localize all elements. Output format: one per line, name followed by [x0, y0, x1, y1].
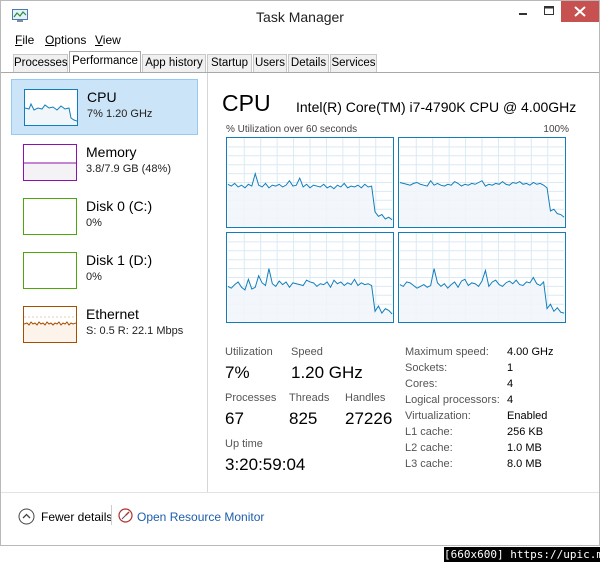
- speed-value: 1.20 GHz: [291, 363, 363, 382]
- page-title: CPU: [222, 90, 271, 116]
- spec-max-speed-label: Maximum speed:: [405, 346, 489, 358]
- spec-l3-cache-label: L3 cache:: [405, 458, 453, 470]
- title-bar[interactable]: Task Manager: [1, 1, 599, 31]
- resource-sidebar: CPU 7% 1.20 GHz Memory 3.8/7.9 GB (48%) …: [11, 79, 198, 490]
- disk1-thumbnail-graph: [23, 252, 77, 289]
- ethernet-thumbnail-graph: [23, 306, 77, 343]
- open-resource-monitor-link[interactable]: Open Resource Monitor: [137, 510, 264, 524]
- spec-l2-cache-value: 1.0 MB: [507, 442, 542, 454]
- resource-monitor-icon: [118, 508, 133, 523]
- close-button[interactable]: [561, 1, 599, 22]
- spec-l2-cache-label: L2 cache:: [405, 442, 453, 454]
- handles-label: Handles: [345, 392, 386, 404]
- cpu-core-graph: [226, 137, 394, 228]
- menu-file-label: ile: [22, 33, 35, 47]
- tab-details[interactable]: Details: [288, 54, 329, 72]
- sidebar-disk1-name: Disk 1 (D:): [86, 252, 153, 268]
- sidebar-ethernet-detail: S: 0.5 R: 22.1 Mbps: [86, 325, 184, 337]
- menu-view-mnemonic: V: [95, 33, 103, 47]
- cpu-core-graph: [226, 232, 394, 323]
- tab-underline: [1, 72, 599, 73]
- task-manager-window: Task Manager File Options View Processes…: [0, 0, 600, 546]
- minimize-button[interactable]: [510, 1, 536, 22]
- sidebar-memory-name: Memory: [86, 144, 137, 160]
- spec-cores-label: Cores:: [405, 378, 438, 390]
- sidebar-item-disk0[interactable]: Disk 0 (C:) 0%: [11, 189, 198, 245]
- uptime-label: Up time: [225, 438, 263, 450]
- menu-bar: File Options View: [1, 31, 599, 49]
- menu-file[interactable]: File: [15, 33, 34, 47]
- tab-processes[interactable]: Processes: [13, 54, 68, 72]
- fewer-details-button[interactable]: Fewer details: [41, 510, 112, 524]
- processes-value: 67: [225, 409, 244, 428]
- threads-value: 825: [289, 409, 318, 428]
- spec-virtualization-value: Enabled: [507, 410, 548, 422]
- chevron-up-icon[interactable]: [18, 508, 35, 525]
- sidebar-cpu-detail: 7% 1.20 GHz: [87, 108, 153, 120]
- watermark-label: [660x600] https://upic.me/: [444, 547, 600, 562]
- sidebar-disk0-name: Disk 0 (C:): [86, 198, 153, 214]
- utilization-label: Utilization: [225, 346, 273, 358]
- sidebar-item-memory[interactable]: Memory 3.8/7.9 GB (48%): [11, 135, 198, 191]
- sidebar-item-disk1[interactable]: Disk 1 (D:) 0%: [11, 243, 198, 299]
- tab-startup[interactable]: Startup: [207, 54, 252, 72]
- uptime-value: 3:20:59:04: [225, 455, 306, 474]
- spec-l1-cache-value: 256 KB: [507, 426, 544, 438]
- cpu-detail-panel: CPU Intel(R) Core(TM) i7-4790K CPU @ 4.0…: [216, 79, 599, 492]
- cpu-thumbnail-graph: [24, 89, 78, 126]
- tab-app-history[interactable]: App history: [142, 54, 206, 72]
- sidebar-item-cpu[interactable]: CPU 7% 1.20 GHz: [11, 79, 198, 135]
- spec-logical-processors-label: Logical processors:: [405, 394, 500, 406]
- spec-logical-processors-value: 4: [507, 394, 514, 406]
- sidebar-disk0-detail: 0%: [86, 217, 102, 229]
- maximize-icon: [544, 6, 554, 15]
- processes-label: Processes: [225, 392, 277, 404]
- menu-options-mnemonic: O: [45, 33, 55, 47]
- cpu-core-graph: [398, 137, 566, 228]
- close-icon: [574, 6, 586, 17]
- minimize-icon: [519, 13, 527, 15]
- spec-max-speed-value: 4.00 GHz: [507, 346, 554, 358]
- threads-label: Threads: [289, 392, 330, 404]
- menu-options-label: ptions: [54, 33, 87, 47]
- speed-label: Speed: [291, 346, 323, 358]
- core-utilization-area: [399, 180, 565, 227]
- utilization-value: 7%: [225, 363, 250, 382]
- cpu-core-graph: [398, 232, 566, 323]
- menu-view[interactable]: View: [95, 33, 121, 47]
- spec-l1-cache-label: L1 cache:: [405, 426, 453, 438]
- sidebar-item-ethernet[interactable]: Ethernet S: 0.5 R: 22.1 Mbps: [11, 297, 198, 353]
- handles-value: 27226: [345, 409, 393, 428]
- tab-services[interactable]: Services: [330, 54, 377, 72]
- sidebar-memory-detail: 3.8/7.9 GB (48%): [86, 163, 171, 175]
- sidebar-disk1-detail: 0%: [86, 271, 102, 283]
- cpu-model-name: Intel(R) Core(TM) i7-4790K CPU @ 4.00GHz: [296, 99, 577, 115]
- spec-sockets-value: 1: [507, 362, 514, 374]
- tab-performance[interactable]: Performance: [69, 51, 141, 73]
- utilization-graph-max: 100%: [543, 124, 569, 135]
- spec-sockets-label: Sockets:: [405, 362, 448, 374]
- disk0-thumbnail-graph: [23, 198, 77, 235]
- tab-users[interactable]: Users: [253, 54, 287, 72]
- sidebar-cpu-name: CPU: [87, 89, 117, 105]
- memory-thumbnail-graph: [23, 144, 77, 181]
- utilization-graph-label: % Utilization over 60 seconds: [226, 124, 358, 135]
- spec-virtualization-label: Virtualization:: [405, 410, 471, 422]
- footer-separator: [111, 505, 112, 525]
- footer-divider: [1, 492, 599, 493]
- menu-options[interactable]: Options: [45, 33, 86, 47]
- spec-cores-value: 4: [507, 378, 514, 390]
- maximize-button[interactable]: [536, 1, 561, 22]
- sidebar-divider: [207, 73, 208, 492]
- spec-l3-cache-value: 8.0 MB: [507, 458, 542, 470]
- menu-view-label: iew: [102, 33, 121, 47]
- sidebar-ethernet-name: Ethernet: [86, 306, 139, 322]
- tab-strip: Processes Performance App history Startu…: [1, 51, 599, 73]
